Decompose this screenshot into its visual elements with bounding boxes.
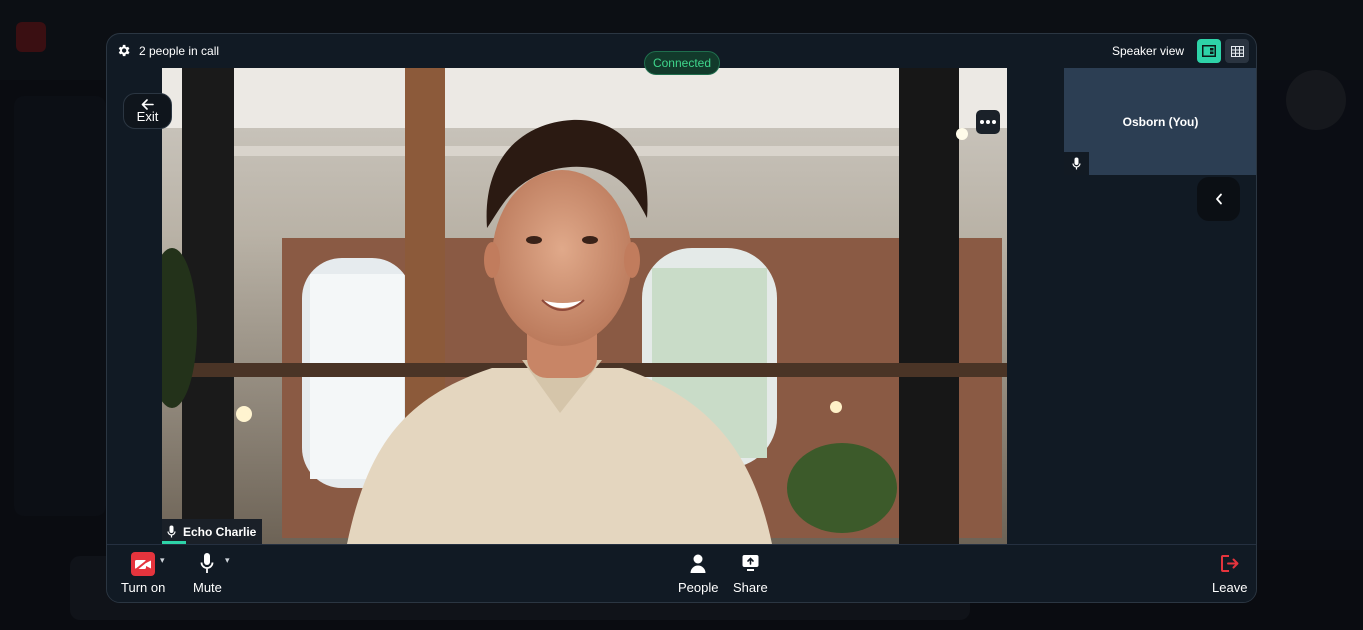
grid-view-icon [1230, 45, 1244, 57]
background-play-icon [1286, 70, 1346, 130]
chevron-down-icon[interactable]: ▾ [160, 555, 165, 566]
self-participant-tile[interactable]: Osborn (You) [1064, 68, 1256, 175]
view-mode-label: Speaker view [1112, 44, 1185, 58]
share-label: Share [733, 580, 768, 595]
speaker-name: Echo Charlie [183, 524, 257, 539]
speaker-view-icon [1202, 45, 1216, 57]
background-right-panel [1257, 80, 1363, 550]
more-dots-icon [980, 120, 984, 124]
microphone-icon [201, 553, 214, 573]
self-mic-status [1064, 152, 1089, 175]
call-window: 2 people in call Speaker view Connected [106, 33, 1257, 603]
leave-button[interactable]: Leave [1212, 552, 1247, 595]
exit-label: Exit [136, 108, 159, 124]
more-dots-icon-dot [992, 120, 996, 124]
arrow-left-icon [141, 98, 154, 110]
speaker-video-frame [162, 68, 1007, 544]
leave-icon [1221, 555, 1239, 572]
leave-label: Leave [1212, 580, 1248, 595]
people-button[interactable]: People [678, 552, 718, 595]
more-options-button[interactable] [976, 110, 1000, 134]
speaking-indicator [162, 541, 186, 544]
camera-toggle-label: Turn on [121, 580, 166, 595]
main-stage: Exit [107, 68, 1007, 544]
gear-icon[interactable] [116, 43, 131, 58]
camera-off-icon [131, 552, 156, 576]
speaker-view-button[interactable] [1197, 39, 1221, 63]
speaker-video [162, 68, 1007, 544]
grid-view-button[interactable] [1225, 39, 1249, 63]
chevron-down-icon[interactable]: ▾ [225, 555, 230, 566]
mute-label: Mute [193, 580, 222, 595]
share-screen-icon [742, 555, 759, 571]
self-participant-name: Osborn (You) [1122, 115, 1199, 129]
person-icon [690, 554, 706, 573]
microphone-icon [167, 525, 176, 538]
background-sidebar [14, 96, 106, 516]
connection-status-badge: Connected [644, 51, 720, 75]
people-label: People [678, 580, 719, 595]
exit-button[interactable]: Exit [123, 93, 172, 129]
background-logo [16, 22, 46, 52]
camera-toggle-button[interactable]: Turn on [121, 552, 165, 595]
collapse-sidebar-button[interactable] [1197, 177, 1240, 221]
call-controls: Turn on ▾ Mute ▾ People Share Leave [107, 544, 1256, 602]
mute-button[interactable]: Mute [193, 552, 222, 595]
share-button[interactable]: Share [733, 552, 768, 595]
more-dots-icon-dot [986, 120, 990, 124]
microphone-icon [1072, 157, 1081, 170]
people-in-call-count: 2 people in call [139, 44, 220, 58]
chevron-left-icon [1215, 193, 1222, 205]
